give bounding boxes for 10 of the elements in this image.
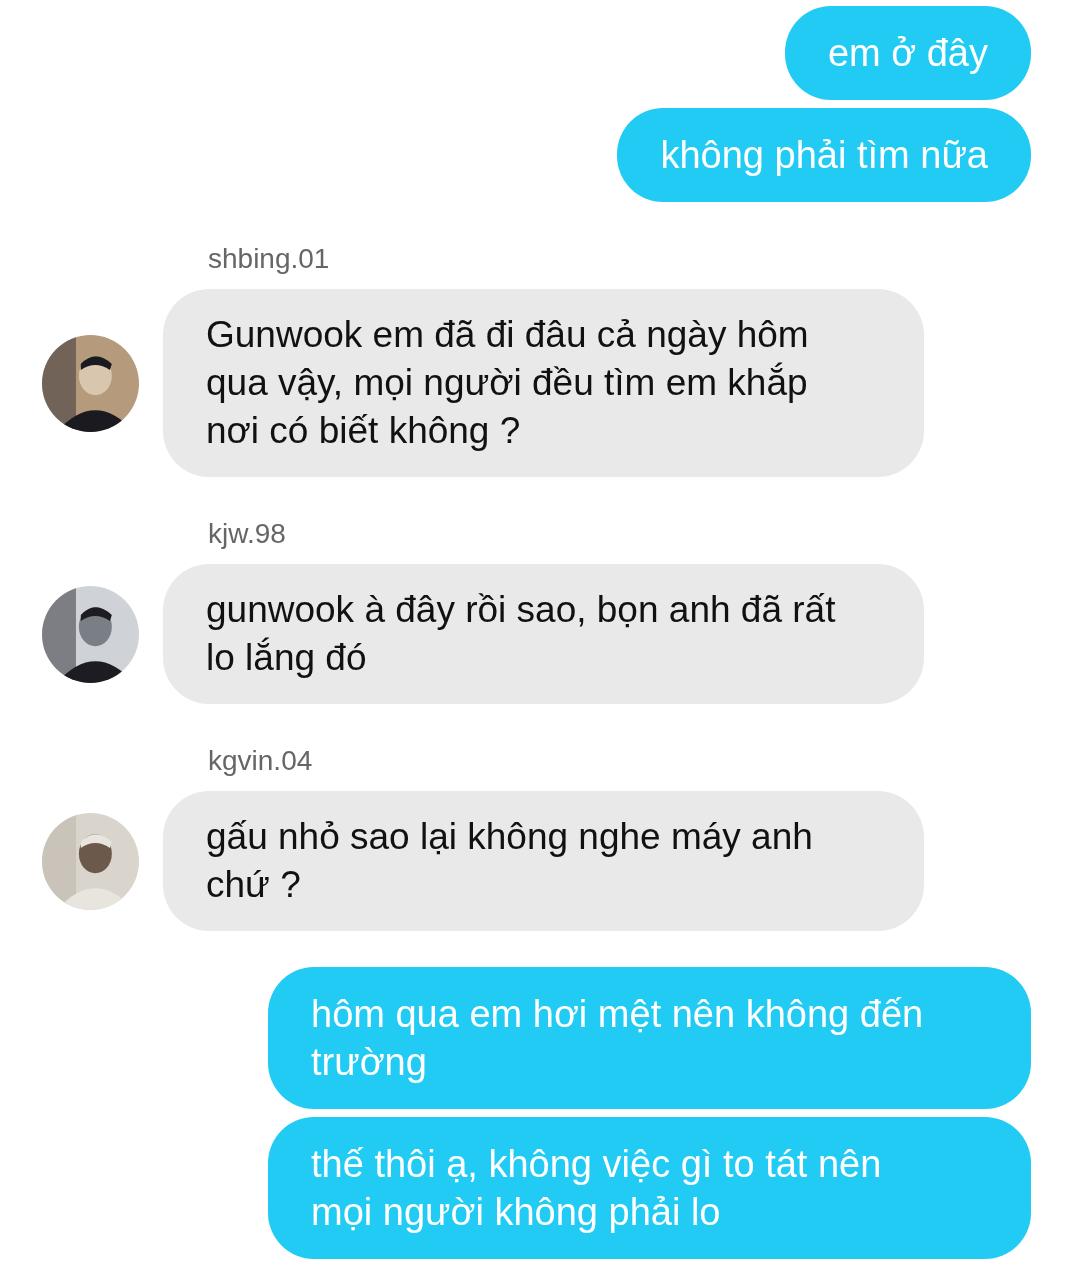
incoming-message: gunwook à đây rồi sao, bọn anh đã rất lo lắng đó — [163, 564, 924, 704]
sender-name: kjw.98 — [208, 517, 286, 551]
outgoing-message: thế thôi ạ, không việc gì to tát nên mọi người không phải lo — [268, 1117, 1031, 1259]
sender-name: shbing.01 — [208, 242, 330, 276]
incoming-message: gấu nhỏ sao lại không nghe máy anh chứ ? — [163, 791, 924, 931]
outgoing-message: không phải tìm nữa — [617, 108, 1031, 202]
sender-name: kgvin.04 — [208, 744, 313, 778]
outgoing-message: em ở đây — [784, 6, 1031, 100]
outgoing-message: hôm qua em hơi mệt nên không đến trường — [268, 967, 1031, 1109]
incoming-message: Gunwook em đã đi đâu cả ngày hôm qua vậy, mọi người đều tìm em khắp nơi có biết không ? — [163, 289, 924, 477]
